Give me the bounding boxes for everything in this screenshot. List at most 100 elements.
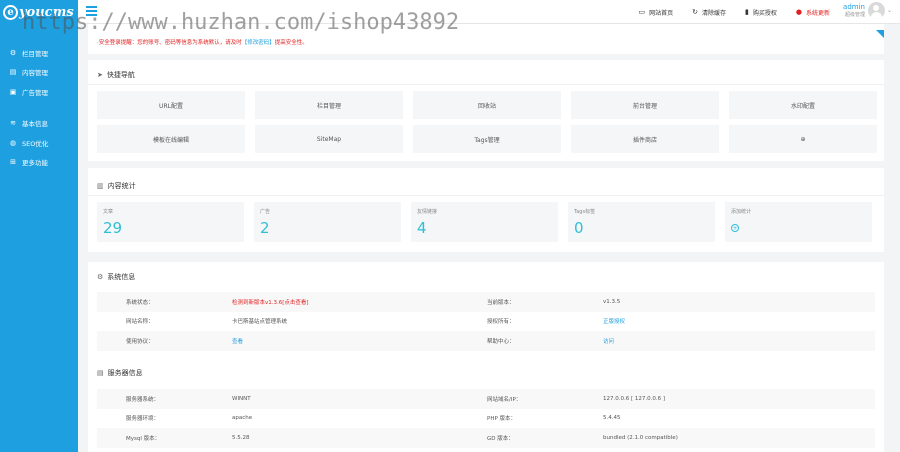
gear-icon: ⚙ xyxy=(97,273,104,281)
sidebar-item-label: 内容管理 xyxy=(22,69,48,78)
quick-nav-title: ➤ 快捷导航 xyxy=(88,65,884,85)
quick-watermark-config[interactable]: 水印配置 xyxy=(729,91,877,119)
table-row: 系统状态： 检测到新版本v1.3.6[点击查看] 当前版本： v1.3.5 xyxy=(97,292,875,312)
system-info-table: 系统状态： 检测到新版本v1.3.6[点击查看] 当前版本： v1.3.5 网站… xyxy=(97,292,875,351)
row-value: 5.4.45 xyxy=(603,415,621,422)
quick-frontend-manage[interactable]: 前台管理 xyxy=(571,91,719,119)
gear-icon: ⚙ xyxy=(9,48,17,57)
row-value: 卡巴斯基站点管理系统 xyxy=(232,319,288,326)
quick-column-manage[interactable]: 栏目管理 xyxy=(255,91,403,119)
stat-value: 4 xyxy=(417,219,427,237)
sidebar-item-columns[interactable]: ⚙ 栏目管理 xyxy=(0,43,78,63)
system-info-title-text: 系统信息 xyxy=(107,273,136,281)
bookmark-icon: ▮ xyxy=(745,8,749,16)
grid-icon: ⊞ xyxy=(10,158,16,167)
sidebar-item-seo[interactable]: ◍ SEO优化 xyxy=(0,133,78,153)
row-key: 帮助中心： xyxy=(487,331,603,351)
quick-sitemap[interactable]: SiteMap xyxy=(255,125,403,153)
buy-license-label: 购买授权 xyxy=(752,9,777,17)
system-info-card: ⚙ 系统信息 系统状态： 检测到新版本v1.3.6[点击查看] 当前版本： v1.… xyxy=(88,262,884,452)
row-key: 服务器环境： xyxy=(126,416,160,423)
sidebar-item-more[interactable]: ⊞ 更多功能 xyxy=(0,153,78,173)
content-stats-card: ▥ 内容统计 文章 29 广告 2 友情链接 4 Tags标签 0 添加统计 + xyxy=(88,168,884,252)
sidebar-item-basic-info[interactable]: ≋ 基本信息 xyxy=(0,114,78,134)
menu-toggle-icon[interactable] xyxy=(86,6,97,16)
row-key: 授权所有： xyxy=(487,319,515,326)
stat-label: 广告 xyxy=(260,209,271,215)
logo-text: youcms xyxy=(19,4,74,20)
clear-cache-link[interactable]: ↻ 清除缓存 xyxy=(692,8,726,17)
quick-add-shortcut[interactable]: ⊕ xyxy=(729,125,877,153)
help-center-link[interactable]: 访问 xyxy=(603,339,614,345)
sidebar: e youcms ⚙ 栏目管理 ▤ 内容管理 ▣ 广告管理 ≋ 基本信息 ◍ SEO优化 … xyxy=(0,0,78,452)
add-circle-icon: ⊕ xyxy=(800,135,806,143)
stat-links[interactable]: 友情链接 4 xyxy=(411,202,558,242)
sidebar-gap xyxy=(0,102,78,114)
sidebar-item-label: 基本信息 xyxy=(22,120,48,129)
sidebar-item-ads[interactable]: ▣ 广告管理 xyxy=(0,82,78,102)
refresh-icon: ↻ xyxy=(692,8,698,16)
row-key: 系统状态： xyxy=(97,292,232,312)
quick-plugin-store[interactable]: 插件商店 xyxy=(571,125,719,153)
license-link[interactable]: 正版授权 xyxy=(603,319,625,325)
change-password-link[interactable]: 【修改密码】 xyxy=(242,40,275,46)
buy-license-link[interactable]: ▮ 购买授权 xyxy=(745,8,777,17)
system-update-label: 系统更新 xyxy=(805,9,830,17)
stat-add[interactable]: 添加统计 + xyxy=(725,202,872,242)
sidebar-item-label: 栏目管理 xyxy=(22,49,48,58)
row-value: WINNT xyxy=(232,389,487,409)
top-links: ▭ 网站首页 ↻ 清除缓存 ▮ 购买授权 ● 系统更新 xyxy=(619,0,830,24)
row-key: 服务器系统： xyxy=(97,389,232,409)
row-value: 5.5.28 xyxy=(232,428,487,448)
row-value: bundled (2.1.0 compatible) xyxy=(603,428,875,448)
stat-ads[interactable]: 广告 2 xyxy=(254,202,401,242)
quick-nav-card: ➤ 快捷导航 URL配置 栏目管理 回收站 前台管理 水印配置 模板在线编辑 Si… xyxy=(88,60,884,161)
logo[interactable]: e youcms xyxy=(0,0,78,24)
document-icon: ▤ xyxy=(9,68,17,77)
table-row: 服务器环境： apache PHP 版本： 5.4.45 xyxy=(97,409,875,429)
home-link-label: 网站首页 xyxy=(649,9,674,17)
table-row: Mysql 版本： 5.5.28 GD 版本： bundled (2.1.0 c… xyxy=(97,428,875,448)
home-link[interactable]: ▭ 网站首页 xyxy=(638,8,673,17)
row-value: v1.3.5 xyxy=(603,292,875,312)
stat-articles[interactable]: 文章 29 xyxy=(97,202,244,242)
image-icon: ▣ xyxy=(9,87,17,96)
layers-icon: ≋ xyxy=(10,119,16,128)
stats-title-text: 内容统计 xyxy=(107,181,136,190)
notice-text: ·安全登录提醒：您的账号、密码等信息为系统默认，请及时 xyxy=(97,40,242,46)
server-info-title-text: 服务器信息 xyxy=(107,369,143,377)
row-key: Mysql 版本： xyxy=(97,428,232,448)
system-update-link[interactable]: ● 系统更新 xyxy=(796,8,830,17)
info-icon: ● xyxy=(795,8,802,16)
table-row: 使用协议： 查看 帮助中心： 访问 xyxy=(97,331,875,351)
server-info-table: 服务器系统： WINNT 网站域名/IP： 127.0.0.6 [ 127.0.… xyxy=(97,389,875,448)
server-icon: ▤ xyxy=(97,369,104,377)
stat-tags[interactable]: Tags标签 0 xyxy=(568,202,715,242)
avatar xyxy=(867,2,885,19)
sidebar-item-label: SEO优化 xyxy=(22,139,49,148)
user-menu[interactable]: admin 超级管理 ⌄ xyxy=(843,2,892,19)
send-icon: ➤ xyxy=(97,70,103,79)
row-key: 网站名称： xyxy=(126,319,154,326)
table-row: 网站名称： 卡巴斯基站点管理系统 授权所有： 正版授权 xyxy=(97,312,875,332)
row-value: 127.0.0.6 [ 127.0.0.6 ] xyxy=(603,389,875,409)
user-names: admin 超级管理 xyxy=(843,3,865,19)
table-row: 服务器系统： WINNT 网站域名/IP： 127.0.0.6 [ 127.0.… xyxy=(97,389,875,409)
stat-value: 2 xyxy=(260,219,270,237)
quick-recycle-bin[interactable]: 回收站 xyxy=(413,91,561,119)
quick-nav-title-text: 快捷导航 xyxy=(106,70,135,79)
quick-url-config[interactable]: URL配置 xyxy=(97,91,245,119)
row-key: PHP 版本： xyxy=(487,416,517,423)
new-version-link[interactable]: 检测到新版本v1.3.6[点击查看] xyxy=(232,300,309,306)
quick-tags-manage[interactable]: Tags管理 xyxy=(413,125,561,153)
row-key: GD 版本： xyxy=(487,428,603,448)
agreement-link[interactable]: 查看 xyxy=(232,339,243,345)
stat-label: 添加统计 xyxy=(731,209,752,215)
add-circle-icon: + xyxy=(731,224,739,232)
stat-value: 29 xyxy=(103,219,123,237)
quick-template-edit[interactable]: 模板在线编辑 xyxy=(97,125,245,153)
system-info-title: ⚙ 系统信息 xyxy=(97,272,135,282)
stats-title: ▥ 内容统计 xyxy=(88,176,884,196)
sidebar-menu: ⚙ 栏目管理 ▤ 内容管理 ▣ 广告管理 ≋ 基本信息 ◍ SEO优化 ⊞ 更多功能 xyxy=(0,43,78,172)
sidebar-item-content[interactable]: ▤ 内容管理 xyxy=(0,63,78,83)
